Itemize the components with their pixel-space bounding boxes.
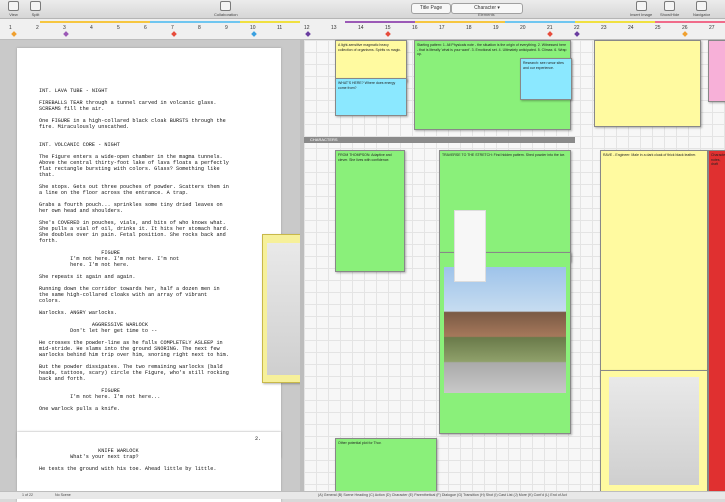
page-number: 2. — [255, 436, 262, 442]
note-card[interactable]: A light-sensitive magmatic heavy collect… — [335, 40, 407, 82]
script-page[interactable]: INT. LAVA TUBE - NIGHT FIREBALLS TEAR th… — [17, 48, 281, 458]
split-icon — [30, 1, 41, 11]
show-hide-button[interactable]: Show/Hide — [660, 1, 679, 17]
collaboration-icon — [220, 1, 232, 11]
ruler-number: 6 — [144, 25, 147, 31]
ruler-number: 2 — [36, 25, 39, 31]
view-button[interactable]: View — [8, 1, 19, 17]
corkboard[interactable]: A light-sensitive magmatic heavy collect… — [304, 40, 725, 493]
toolbar: View Split Collaboration Title Page Char… — [0, 0, 725, 19]
marker-diamond[interactable] — [574, 31, 580, 37]
title-page-button[interactable]: Title Page — [411, 3, 451, 14]
ruler-number: 19 — [493, 25, 499, 31]
ruler-number: 23 — [601, 25, 607, 31]
ruler-number: 20 — [520, 25, 526, 31]
marker-diamond[interactable] — [547, 31, 553, 37]
marker-diamond[interactable] — [63, 31, 69, 37]
split-button[interactable]: Split — [30, 1, 41, 17]
sketch-image[interactable] — [454, 210, 486, 282]
ruler-number: 10 — [250, 25, 256, 31]
ruler-number: 4 — [90, 25, 93, 31]
note-card[interactable] — [594, 40, 701, 127]
section-bar: CHARACTERS — [304, 137, 575, 143]
location-photo — [444, 267, 566, 393]
ruler-number: 5 — [117, 25, 120, 31]
chevron-down-icon: ▾ — [497, 5, 500, 11]
ruler-number: 25 — [655, 25, 661, 31]
script-pane[interactable]: INT. LAVA TUBE - NIGHT FIREBALLS TEAR th… — [0, 40, 310, 502]
marker-diamond[interactable] — [385, 31, 391, 37]
image-icon — [635, 1, 647, 11]
marker-diamond[interactable] — [11, 31, 17, 37]
note-card[interactable]: Other potential plot for Thor. — [335, 438, 437, 493]
note-card[interactable]: FROM THOMPSON: Adaptive and clever. She … — [335, 150, 405, 272]
ruler-number: 13 — [331, 25, 337, 31]
note-card[interactable]: RAVE - Engineer: Male in a dark cloak of… — [600, 150, 708, 382]
note-card[interactable]: Character notes, draft — [708, 150, 725, 493]
scene-timeline[interactable]: 1 2 3 4 5 6 7 8 9 10 11 12 13 14 15 16 1… — [0, 19, 725, 40]
character-figure-image — [609, 377, 699, 485]
navigator-button[interactable]: Navigator — [693, 1, 710, 17]
note-card[interactable]: Research: see rumor sites and our experi… — [520, 58, 572, 100]
ruler-number: 11 — [277, 25, 283, 31]
ruler-number: 18 — [466, 25, 472, 31]
marker-diamond[interactable] — [251, 31, 257, 37]
insert-image-button[interactable]: Insert Image — [630, 1, 652, 17]
ruler-number: 12 — [304, 25, 310, 31]
elements-label: Elements — [478, 12, 495, 17]
view-icon — [8, 1, 19, 11]
ruler-number: 8 — [198, 25, 201, 31]
show-hide-icon — [664, 1, 676, 11]
script-text[interactable]: INT. LAVA TUBE - NIGHT FIREBALLS TEAR th… — [39, 88, 229, 412]
character-image-card[interactable] — [600, 370, 708, 493]
navigator-icon — [696, 1, 708, 11]
script-text-2[interactable]: KNIFE WARLOCK What's your next trap? He … — [39, 448, 216, 472]
marker-diamond[interactable] — [682, 31, 688, 37]
ruler-number: 1 — [9, 25, 12, 31]
ruler-number: 17 — [439, 25, 445, 31]
marker-diamond[interactable] — [305, 31, 311, 37]
ruler-number: 9 — [225, 25, 228, 31]
collaboration-button[interactable]: Collaboration — [214, 1, 238, 17]
ruler-number: 24 — [628, 25, 634, 31]
note-card[interactable]: WHAT'S HERE? Where does energy come from… — [335, 78, 407, 116]
note-card[interactable] — [708, 40, 725, 102]
marker-diamond[interactable] — [171, 31, 177, 37]
ruler-number: 16 — [412, 25, 418, 31]
ruler-number: 27 — [709, 25, 715, 31]
ruler-number: 14 — [358, 25, 364, 31]
